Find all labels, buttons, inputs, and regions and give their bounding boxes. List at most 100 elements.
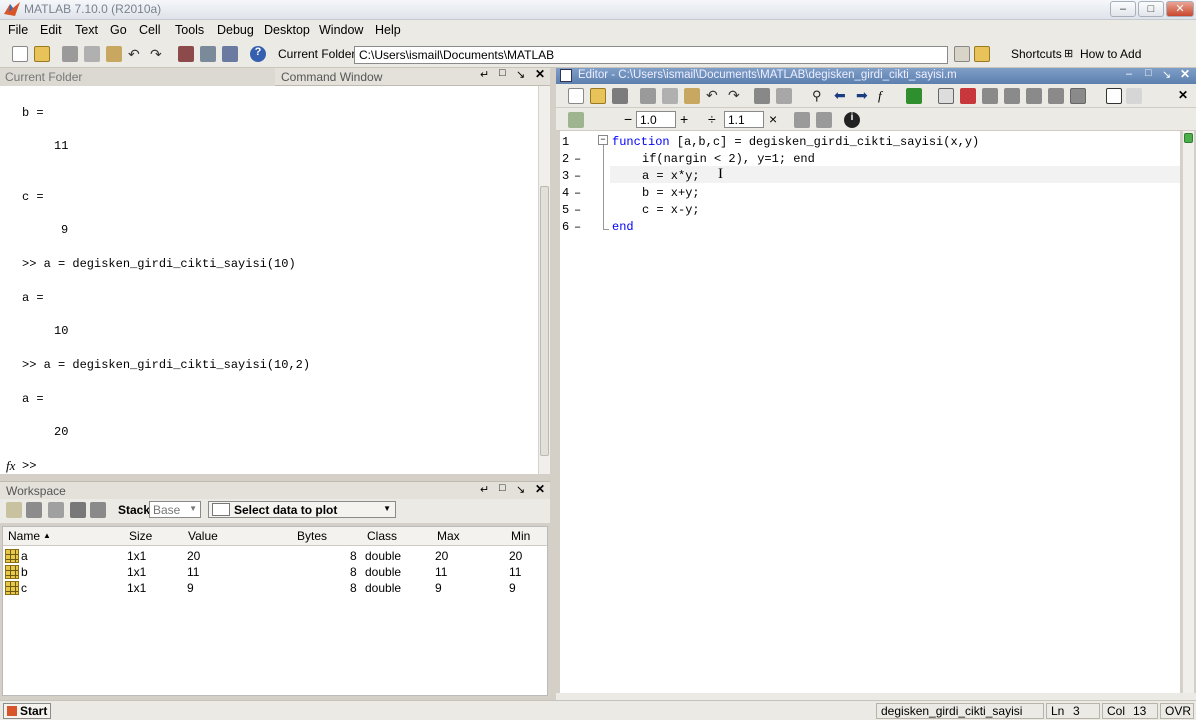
step-out-icon[interactable] (1026, 88, 1042, 104)
back-arrow-icon[interactable]: ⬅ (834, 87, 850, 103)
cell-minus-button[interactable]: − (624, 111, 632, 127)
column-min[interactable]: Min (511, 529, 530, 543)
function-icon[interactable]: f (878, 88, 894, 104)
open-folder-icon[interactable] (34, 46, 50, 62)
menu-debug[interactable]: Debug (217, 23, 254, 37)
breakpoint-dash[interactable]: – (574, 203, 584, 217)
stack-select[interactable]: Base ▼ (149, 501, 201, 518)
undock-icon[interactable]: ↵ (480, 483, 489, 496)
cell-plus-button[interactable]: + (680, 111, 688, 127)
exit-debug-icon[interactable] (1070, 88, 1086, 104)
code-line[interactable]: a = x*y; (642, 169, 700, 183)
forward-arrow-icon[interactable]: ➡ (856, 87, 872, 103)
maximize-editor-icon[interactable]: □ (1145, 67, 1152, 79)
code-editor[interactable]: − 1 function [a,b,c] = degisken_girdi_ci… (560, 131, 1180, 693)
copy-icon[interactable] (84, 46, 100, 62)
column-size[interactable]: Size (129, 529, 152, 543)
undock-icon[interactable]: ↵ (480, 68, 489, 81)
continue-icon[interactable] (1048, 88, 1064, 104)
maximize-button[interactable]: □ (1138, 1, 1164, 17)
command-prompt-row[interactable]: fx >> (0, 458, 538, 474)
minimize-button[interactable]: – (1110, 1, 1136, 17)
code-line[interactable]: b = x+y; (642, 186, 700, 200)
clear-breakpoints-icon[interactable] (960, 88, 976, 104)
menu-cell[interactable]: Cell (139, 23, 161, 37)
simulink-icon[interactable] (178, 46, 194, 62)
plot-select[interactable]: Select data to plot ▼ (208, 501, 396, 518)
current-folder-input[interactable]: C:\Users\ismail\Documents\MATLAB (354, 46, 948, 64)
new-file-icon[interactable] (12, 46, 28, 62)
column-bytes[interactable]: Bytes (297, 529, 327, 543)
code-line[interactable]: if(nargin < 2), y=1; end (642, 152, 815, 166)
import-data-icon[interactable] (48, 502, 64, 518)
panel-splitter[interactable] (550, 68, 556, 700)
add-shortcut-icon[interactable]: ⊞ (1064, 47, 1073, 60)
cell-times-button[interactable]: × (769, 111, 777, 127)
table-row[interactable]: c 1x1 9 8 double 9 9 (3, 579, 547, 595)
maximize-panel-icon[interactable]: □ (499, 67, 506, 79)
cut-icon[interactable] (640, 88, 656, 104)
help-icon[interactable]: ? (250, 46, 266, 62)
fx-icon[interactable]: fx (6, 458, 15, 474)
menu-desktop[interactable]: Desktop (264, 23, 310, 37)
profiler-icon[interactable] (222, 46, 238, 62)
redo-icon[interactable]: ↷ (728, 87, 744, 103)
scroll-thumb[interactable] (540, 186, 549, 456)
menu-go[interactable]: Go (110, 23, 127, 37)
close-editor-icon[interactable]: ✕ (1180, 67, 1190, 81)
copy-icon[interactable] (662, 88, 678, 104)
table-row[interactable]: a 1x1 20 8 double 20 20 (3, 547, 547, 563)
menu-tools[interactable]: Tools (175, 23, 204, 37)
undo-icon[interactable]: ↶ (706, 87, 722, 103)
open-variable-icon[interactable] (26, 502, 42, 518)
split-screen-icon[interactable] (1106, 88, 1122, 104)
run-icon[interactable] (906, 88, 922, 104)
code-line[interactable]: function [a,b,c] = degisken_girdi_cikti_… (612, 135, 979, 149)
evaluate-advance-icon[interactable] (816, 112, 832, 128)
breakpoint-dash[interactable]: – (574, 152, 584, 166)
tab-current-folder[interactable]: Current Folder (0, 68, 275, 86)
delete-variable-icon[interactable] (90, 502, 106, 518)
new-file-icon[interactable] (568, 88, 584, 104)
breakpoint-dash[interactable]: – (574, 220, 584, 234)
step-in-icon[interactable] (1004, 88, 1020, 104)
parent-folder-icon[interactable] (974, 46, 990, 62)
menu-text[interactable]: Text (75, 23, 98, 37)
cut-icon[interactable] (62, 46, 78, 62)
menu-window[interactable]: Window (319, 23, 363, 37)
breakpoint-dash[interactable]: – (574, 186, 584, 200)
close-panel-icon[interactable]: ✕ (535, 482, 545, 496)
new-variable-icon[interactable] (6, 502, 22, 518)
paste-icon[interactable] (106, 46, 122, 62)
column-name[interactable]: Name (8, 529, 40, 543)
column-class[interactable]: Class (367, 529, 397, 543)
menu-edit[interactable]: Edit (40, 23, 62, 37)
close-panel-icon[interactable]: ✕ (535, 67, 545, 81)
minimize-editor-icon[interactable]: – (1126, 68, 1132, 80)
editor-scrollbar[interactable] (1182, 131, 1194, 693)
set-breakpoint-icon[interactable] (938, 88, 954, 104)
step-icon[interactable] (982, 88, 998, 104)
cell-divide-button[interactable]: ÷ (708, 111, 716, 127)
command-window[interactable]: b = 11 c = 9 >> a = degisken_girdi_cikti… (0, 86, 538, 460)
maximize-panel-icon[interactable]: □ (499, 482, 506, 494)
start-button[interactable]: Start (3, 703, 51, 719)
undo-icon[interactable]: ↶ (128, 46, 144, 62)
code-line[interactable]: c = x-y; (642, 203, 700, 217)
save-workspace-icon[interactable] (70, 502, 86, 518)
open-folder-icon[interactable] (590, 88, 606, 104)
redo-icon[interactable]: ↷ (150, 46, 166, 62)
command-window-scrollbar[interactable] (538, 86, 550, 474)
info-icon[interactable]: i (844, 112, 860, 128)
column-value[interactable]: Value (188, 529, 218, 543)
save-icon[interactable] (612, 88, 628, 104)
close-file-icon[interactable]: ✕ (1178, 88, 1188, 102)
breakpoint-dash[interactable]: – (574, 169, 584, 183)
insert-cell-icon[interactable] (568, 112, 584, 128)
paste-icon[interactable] (684, 88, 700, 104)
print-icon[interactable] (754, 88, 770, 104)
column-max[interactable]: Max (437, 529, 460, 543)
layout-dropdown-icon[interactable] (1126, 88, 1142, 104)
browse-folder-icon[interactable] (954, 46, 970, 62)
dock-icon[interactable]: ↘ (516, 68, 525, 81)
